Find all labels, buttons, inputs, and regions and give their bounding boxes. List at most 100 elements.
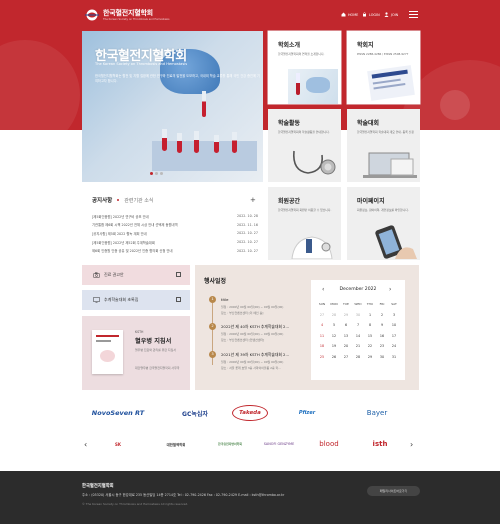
calendar-day[interactable]: 6	[340, 321, 352, 329]
laptop-icon	[361, 149, 419, 181]
list-item[interactable]: [제5회인증원] 2022년 제52회 주계학술대회 2022. 10. 27	[92, 238, 258, 247]
calendar-day[interactable]: 9	[376, 321, 388, 329]
hero-banner[interactable]: 한국혈전지혈학회 The Korean Society on Thrombosi…	[82, 31, 263, 182]
login-link[interactable]: LOGIN	[362, 12, 380, 17]
list-item[interactable]: 제6회 인증원 인증 공유 및 2022년 인증 협의회 신청 안내 2022. …	[92, 246, 258, 255]
tile-desc: PISSN 2288-4286 / EISSN 2508-9277	[357, 52, 409, 56]
calendar-day[interactable]: 15	[364, 332, 376, 340]
sponsor-logo-isth[interactable]: isth	[362, 437, 398, 451]
more-icon[interactable]: +	[250, 196, 256, 204]
abstract-book-button[interactable]: 추계학술대회 초록집	[82, 290, 190, 310]
calendar-day[interactable]: 3	[388, 311, 400, 319]
calendar-day[interactable]: 14	[352, 332, 364, 340]
calendar-day[interactable]: 16	[376, 332, 388, 340]
list-item[interactable]: [공지사항] 제5회 2022 혈녹 계획 안내 2022. 10. 27	[92, 229, 258, 238]
event-place: 장소 : 서울 롯데 호텔 3층 사파이어볼룸 2층 학...	[221, 366, 281, 370]
notice-list: [제5회인증원] 2022년 연구비 공모 안내 2022. 10. 28 기관통…	[92, 212, 258, 255]
calendar-grid: SUN MON TUE WED THU FRI SAT 27 28 29 30 1 2 3 4 5 6 7 8 9 10…	[316, 300, 400, 361]
hero-dot[interactable]	[155, 172, 158, 175]
footer: 한국혈전지혈학회 주소 : (05320) 서울시 동구 한강대로 235 동산…	[0, 471, 500, 524]
home-icon	[341, 12, 346, 17]
external-link-icon	[176, 272, 181, 277]
guideline-button[interactable]: 진료 권고안	[82, 265, 190, 285]
calendar-day[interactable]: 27	[340, 353, 352, 361]
calendar-day[interactable]: 11	[316, 332, 328, 340]
hero-dot[interactable]	[150, 172, 153, 175]
calendar-day[interactable]: 13	[340, 332, 352, 340]
calendar-day[interactable]: 21	[352, 342, 364, 350]
login-link-label: LOGIN	[369, 12, 380, 17]
calendar-day[interactable]: 30	[352, 311, 364, 319]
sponsor-logo-genetics-society[interactable]: 한국유전자변이학회	[204, 439, 256, 449]
tab-separator	[117, 199, 120, 201]
calendar-day[interactable]: 19	[328, 342, 340, 350]
hero-pagination	[150, 172, 165, 175]
tile-member[interactable]: 회원공간 한국혈전지혈학회 회원만 이용할 수 있습니다.	[268, 187, 341, 260]
calendar-day[interactable]: 26	[328, 353, 340, 361]
calendar-day[interactable]: 10	[388, 321, 400, 329]
calendar-day[interactable]: 12	[328, 332, 340, 340]
calendar-day[interactable]: 20	[340, 342, 352, 350]
event-date: 일정 : 2000년 00월 00일(00) ~ 00월 00일(00)	[221, 332, 284, 336]
notice-date: 2022. 10. 28	[237, 214, 258, 219]
calendar-day[interactable]: 18	[316, 342, 328, 350]
calendar-day[interactable]: 27	[316, 311, 328, 319]
sponsor-logo-novoseven[interactable]: NovoSeven RT	[82, 405, 154, 421]
calendar-day[interactable]: 2	[376, 311, 388, 319]
sponsor-logo-blood[interactable]: blood	[308, 437, 350, 451]
calendar-day[interactable]: 30	[376, 353, 388, 361]
calendar-day[interactable]: 29	[340, 311, 352, 319]
calendar-weekday: FRI	[379, 302, 385, 306]
footer-org-name: 한국혈전지혈학회	[82, 484, 114, 489]
menu-icon[interactable]	[409, 11, 418, 18]
book-title: 혈우병 지침서	[135, 338, 172, 345]
sponsor-row: NovoSeven RT GC녹십자 Takeda Pfizer Bayer	[82, 402, 422, 424]
hero-dot[interactable]	[160, 172, 163, 175]
tile-journal[interactable]: 학회지 PISSN 2288-4286 / EISSN 2508-9277	[347, 31, 420, 104]
calendar-day[interactable]: 29	[364, 353, 376, 361]
calendar-day[interactable]: 25	[316, 353, 328, 361]
calendar-next-button[interactable]: ›	[389, 286, 391, 293]
calendar-day[interactable]: 28	[352, 353, 364, 361]
hero-description: 한국혈전지혈학회는 혈전 및 지혈 질환에 관한 연구와 진료의 발전을 도모하…	[95, 74, 260, 83]
tile-about[interactable]: 학회소개 한국혈전지혈학회의 연혁을 소개합니다.	[268, 31, 341, 104]
sponsor-logo-bayer[interactable]: Bayer	[354, 405, 400, 421]
event-date: 일정 : 2000년 00월 00일(00) ~ 00월 00일(00)	[221, 360, 284, 364]
calendar-day[interactable]: 23	[376, 342, 388, 350]
sponsor-logo-pfizer[interactable]: Pfizer	[278, 405, 336, 421]
event-number: 2	[209, 323, 216, 330]
tile-desc: 한국혈전지혈학회 회원만 이용할 수 있습니다.	[278, 208, 332, 212]
calendar-day[interactable]: 1	[364, 311, 376, 319]
list-item[interactable]: 기관통합 제6회 시책 2022년 전체 시상 안내 선택제 동원내역 2022.…	[92, 221, 258, 230]
event-title: 2021년 제 39차 KSTH 추계학술대회 2...	[221, 352, 290, 357]
calendar-weekday: SAT	[391, 302, 397, 306]
logo[interactable]: 한국혈전지혈학회 The Korean Society on Thrombosi…	[84, 8, 169, 21]
calendar-day[interactable]: 17	[388, 332, 400, 340]
calendar-day[interactable]: 28	[328, 311, 340, 319]
calendar-weekday: SUN	[318, 302, 326, 306]
family-site-select[interactable]: 패밀리사이트바로가기	[367, 486, 420, 496]
sponsor-logo-sanofi[interactable]: SANOFI GENZYME	[256, 439, 302, 449]
calendar-day[interactable]: 31	[388, 353, 400, 361]
calendar-day[interactable]: 7	[352, 321, 364, 329]
calendar-day[interactable]: 24	[388, 342, 400, 350]
join-link[interactable]: JOIN	[384, 12, 398, 17]
calendar-day[interactable]: 5	[328, 321, 340, 329]
calendar-day[interactable]: 8	[364, 321, 376, 329]
sponsor-logo-takeda[interactable]: Takeda	[232, 405, 268, 421]
sponsor-logo-blood-society[interactable]: 대한혈액학회	[154, 439, 198, 449]
calendar-day[interactable]: 4	[316, 321, 328, 329]
tile-academic[interactable]: 학술활동 한국혈전지혈학회의 학술활동을 안내합니다.	[268, 109, 341, 182]
tab-notice[interactable]: 공지사항	[92, 196, 112, 204]
home-link[interactable]: HOME	[341, 12, 358, 17]
hemophilia-guide-card[interactable]: KSTH 혈우병 지침서 혈우병 진료와 관리를 위한 지침서 대한혈우병 한국…	[82, 316, 190, 390]
footer-copyright: © The Korean Society on Thrombosis and H…	[82, 502, 189, 506]
sponsor-logo-gc[interactable]: GC녹십자	[164, 405, 226, 421]
tile-title: 학술대회	[357, 120, 380, 127]
sponsor-logo-sk[interactable]: SK	[104, 439, 132, 449]
tab-related-news[interactable]: 관련기관 소식	[124, 197, 153, 204]
list-item[interactable]: [제5회인증원] 2022년 연구비 공모 안내 2022. 10. 28	[92, 212, 258, 221]
tile-conference[interactable]: 학술대회 한국혈전지혈학회 학술대회 개요 안내, 등록 신청	[347, 109, 420, 182]
calendar-day[interactable]: 22	[364, 342, 376, 350]
tile-mypage[interactable]: 마이페이지 회원정보, 참여이력, 개인정보를 확인합니다.	[347, 187, 420, 260]
